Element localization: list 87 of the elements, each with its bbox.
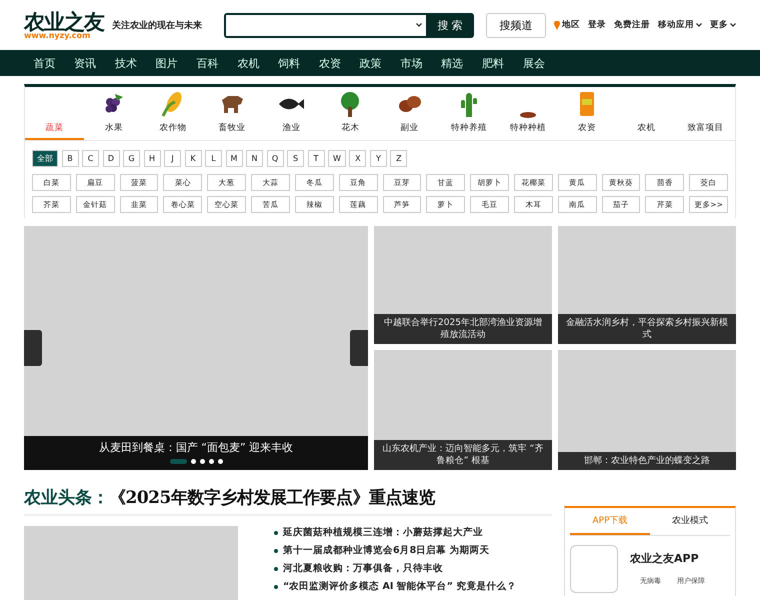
nav-link[interactable]: 百科	[187, 56, 228, 70]
letter-filter[interactable]: N	[246, 150, 263, 167]
letter-filter[interactable]: W	[328, 150, 346, 167]
letter-filter[interactable]: T	[308, 150, 324, 167]
search-field[interactable]	[224, 12, 426, 38]
category-tab[interactable]: 渔业	[262, 87, 321, 140]
channel-search-button[interactable]: 搜频道	[486, 12, 546, 38]
letter-filter[interactable]: C	[82, 150, 99, 167]
news-card[interactable]: 山东农机产业：迈向智能多元，筑牢 “齐鲁粮仓” 根基	[374, 350, 552, 470]
letter-filter[interactable]: L	[205, 150, 222, 167]
letter-filter[interactable]: S	[287, 150, 304, 167]
nav-link[interactable]: 农资	[309, 56, 350, 70]
category-tab[interactable]: 水果	[84, 87, 144, 140]
letter-filter[interactable]: G	[123, 150, 140, 167]
bullet-icon	[274, 530, 278, 534]
mushroom-cap-icon	[520, 112, 536, 118]
news-title: 第十一届成都种业博览会6月8日启幕 为期两天	[283, 544, 490, 557]
category-tab[interactable]: 特种养殖	[439, 87, 498, 140]
header-link[interactable]: 免费注册	[614, 19, 650, 31]
category-tab[interactable]: 农机	[616, 87, 676, 140]
header-link[interactable]: 登录	[588, 19, 606, 31]
category-tab[interactable]: 致富项目	[676, 87, 736, 140]
news-card[interactable]: 金融活水润乡村，平谷探索乡村振兴新模式	[558, 226, 736, 344]
bullet-icon	[274, 566, 278, 570]
nav-link[interactable]: 农机	[228, 56, 269, 70]
nav-link[interactable]: 市场	[391, 56, 432, 70]
header-link[interactable]: 更多	[710, 19, 736, 31]
card-caption: 中越联合举行2025年北部湾渔业资源增殖放流活动	[374, 314, 552, 344]
chevron-down-icon	[416, 23, 422, 27]
letter-filter[interactable]: X	[349, 150, 366, 167]
letter-filter[interactable]: B	[62, 150, 78, 167]
card-caption: 邯郸：农业特色产业的蝶变之路	[558, 452, 736, 470]
nav-link[interactable]: 政策	[350, 56, 392, 70]
news-link[interactable]: 河北夏粮收购：万事俱备，只待丰收	[274, 562, 540, 575]
letter-filter[interactable]: K	[184, 150, 202, 167]
category-tab[interactable]: 畜牧业	[202, 87, 262, 140]
headline-label: 农业头条：	[24, 486, 109, 508]
chevron-down-icon	[730, 23, 736, 27]
nav-link[interactable]: 饲料	[268, 56, 310, 70]
letter-filter[interactable]: J	[164, 150, 181, 167]
category-tab[interactable]: 农作物	[143, 87, 203, 140]
app-icon	[570, 545, 618, 593]
nav-link[interactable]: 资讯	[64, 56, 106, 70]
site-logo[interactable]: 农业之友	[24, 10, 104, 32]
header-link[interactable]: 地区	[554, 19, 580, 31]
nav-link[interactable]: 肥料	[472, 56, 514, 70]
app-title: 农业之友APP	[630, 551, 700, 566]
category-tab[interactable]: 花木	[320, 87, 380, 140]
letter-filter[interactable]: H	[144, 150, 160, 167]
slide-dot[interactable]	[218, 459, 222, 464]
news-card[interactable]: 中越联合举行2025年北部湾渔业资源增殖放流活动	[374, 226, 552, 344]
card-caption: 山东农机产业：迈向智能多元，筑牢 “齐鲁粮仓” 根基	[374, 440, 552, 470]
category-tab[interactable]: 副业	[380, 87, 440, 140]
letter-filter[interactable]: Q	[266, 150, 284, 167]
news-title: 延庆菌菇种植规模三连增：小蘑菇撑起大产业	[283, 526, 483, 539]
category-tab[interactable]: 特种种植	[498, 87, 558, 140]
slide-dot[interactable]	[208, 459, 214, 464]
logo-url: www.nyzy.com	[24, 32, 90, 40]
chevron-down-icon	[696, 23, 702, 27]
letter-filter[interactable]: Z	[390, 150, 408, 167]
news-title: 河北夏粮收购：万事俱备，只待丰收	[283, 562, 443, 575]
letter-filter[interactable]: Y	[370, 150, 387, 167]
slide-caption: 从麦田到餐桌：国产 “面包麦” 迎来丰收	[98, 440, 294, 455]
nav-link[interactable]: 精选	[432, 56, 473, 70]
panel-tab[interactable]: 农业模式	[650, 508, 730, 535]
news-card[interactable]: 邯郸：农业特色产业的蝶变之路	[558, 350, 736, 470]
category-tab[interactable]: 农资	[558, 87, 617, 140]
letter-filter[interactable]: D	[102, 150, 120, 167]
news-link[interactable]: 第十一届成都种业博览会6月8日启幕 为期两天	[274, 544, 540, 557]
search-button[interactable]: 搜 索	[426, 12, 474, 38]
category-tab[interactable]: 蔬菜	[25, 87, 84, 140]
letter-filter[interactable]: 全部	[32, 150, 58, 167]
header-link[interactable]: 移动应用	[658, 19, 702, 31]
letter-filter[interactable]: M	[226, 150, 242, 167]
slide-dot[interactable]	[200, 459, 204, 464]
site-slogan: 关注农业的现在与未来	[112, 19, 203, 32]
nav-link[interactable]: 首页	[24, 56, 65, 70]
nav-link[interactable]: 展会	[513, 56, 554, 70]
nav-link[interactable]: 图片	[146, 56, 188, 70]
card-caption: 金融活水润乡村，平谷探索乡村振兴新模式	[558, 314, 736, 344]
location-pin-icon	[554, 20, 560, 30]
slide-dot[interactable]	[190, 459, 196, 464]
news-link[interactable]: 延庆菌菇种植规模三连增：小蘑菇撑起大产业	[274, 526, 540, 539]
bullet-icon	[274, 584, 278, 588]
bullet-icon	[274, 548, 278, 552]
headline-title[interactable]: 《2025年数字乡村发展工作要点》重点速览	[109, 486, 435, 508]
nav-link[interactable]: 技术	[106, 56, 146, 70]
